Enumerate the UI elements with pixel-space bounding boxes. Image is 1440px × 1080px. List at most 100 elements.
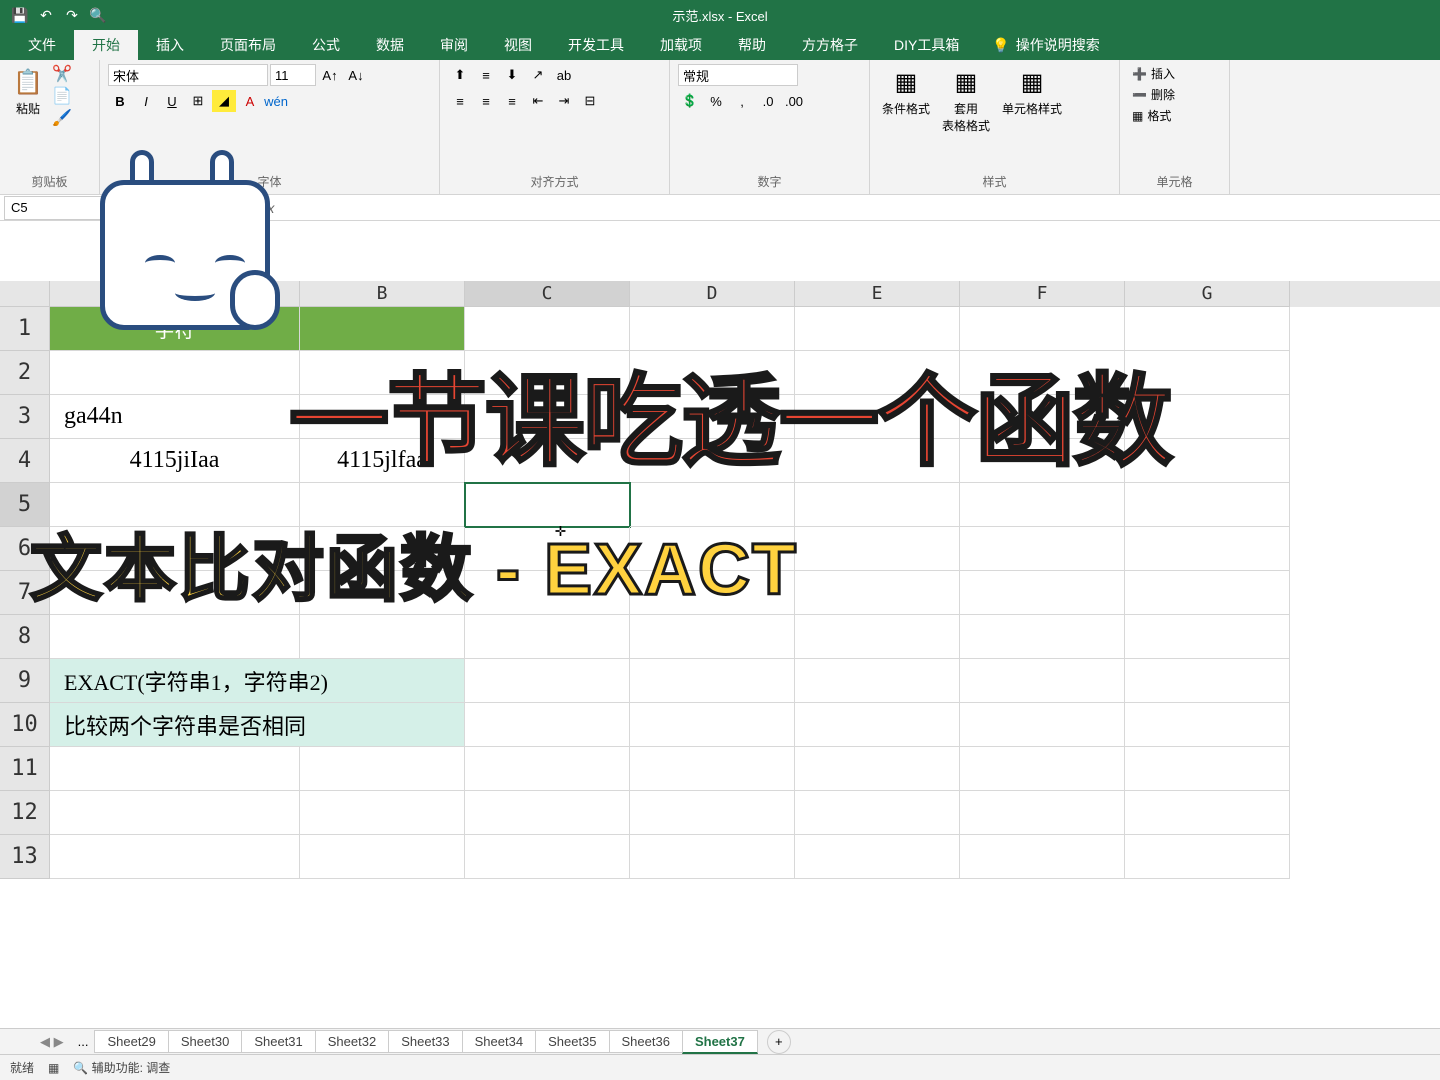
increase-decimal-button[interactable]: .0 bbox=[756, 90, 780, 112]
cell[interactable] bbox=[300, 747, 465, 791]
row-header[interactable]: 1 bbox=[0, 307, 50, 351]
percent-button[interactable]: % bbox=[704, 90, 728, 112]
col-header-f[interactable]: F bbox=[960, 281, 1125, 307]
align-top-icon[interactable]: ⬆ bbox=[448, 64, 472, 86]
cell[interactable] bbox=[300, 615, 465, 659]
accessibility-status[interactable]: 🔍 辅助功能: 调查 bbox=[73, 1059, 170, 1076]
cell[interactable] bbox=[960, 703, 1125, 747]
align-bottom-icon[interactable]: ⬇ bbox=[500, 64, 524, 86]
cell[interactable] bbox=[1125, 571, 1290, 615]
cell[interactable] bbox=[50, 615, 300, 659]
row-header[interactable]: 4 bbox=[0, 439, 50, 483]
sheet-tab[interactable]: Sheet33 bbox=[388, 1030, 462, 1053]
align-right-icon[interactable]: ≡ bbox=[500, 90, 524, 112]
cell[interactable] bbox=[1125, 351, 1290, 395]
cell[interactable] bbox=[465, 747, 630, 791]
cell[interactable] bbox=[465, 527, 630, 571]
orientation-icon[interactable]: ↗ bbox=[526, 64, 550, 86]
cell[interactable] bbox=[630, 659, 795, 703]
cell[interactable] bbox=[960, 791, 1125, 835]
cell[interactable] bbox=[795, 703, 960, 747]
cell[interactable] bbox=[960, 659, 1125, 703]
row-header[interactable]: 10 bbox=[0, 703, 50, 747]
decrease-indent-icon[interactable]: ⇤ bbox=[526, 90, 550, 112]
format-cells-button[interactable]: ▦格式 bbox=[1128, 106, 1179, 125]
cell[interactable] bbox=[630, 747, 795, 791]
undo-icon[interactable]: ↶ bbox=[36, 5, 56, 25]
cell[interactable] bbox=[630, 703, 795, 747]
font-name-select[interactable] bbox=[108, 64, 268, 86]
cell[interactable] bbox=[795, 395, 960, 439]
font-size-select[interactable] bbox=[270, 64, 316, 86]
cell[interactable] bbox=[50, 791, 300, 835]
cell-a1[interactable]: 字符 bbox=[50, 307, 300, 351]
row-header[interactable]: 8 bbox=[0, 615, 50, 659]
cell[interactable] bbox=[630, 395, 795, 439]
tab-file[interactable]: 文件 bbox=[10, 30, 74, 60]
cell-a2[interactable] bbox=[50, 351, 300, 395]
cell[interactable] bbox=[630, 791, 795, 835]
cell[interactable] bbox=[300, 835, 465, 879]
col-header-c[interactable]: C bbox=[465, 281, 630, 307]
sheet-tab[interactable]: Sheet35 bbox=[535, 1030, 609, 1053]
cell[interactable] bbox=[795, 791, 960, 835]
cell-b5[interactable] bbox=[300, 483, 465, 527]
cell[interactable] bbox=[50, 527, 300, 571]
cut-icon[interactable]: ✂️ bbox=[52, 64, 72, 84]
conditional-format-button[interactable]: ▦ 条件格式 bbox=[878, 64, 934, 119]
cell[interactable] bbox=[465, 835, 630, 879]
number-format-select[interactable] bbox=[678, 64, 798, 86]
cell[interactable] bbox=[795, 439, 960, 483]
col-header-a[interactable]: A bbox=[50, 281, 300, 307]
cell[interactable] bbox=[465, 351, 630, 395]
phonetic-button[interactable]: wén bbox=[264, 90, 288, 112]
cell-a9[interactable]: EXACT(字符串1，字符串2) bbox=[50, 659, 465, 703]
cell[interactable] bbox=[1125, 659, 1290, 703]
cell[interactable] bbox=[465, 395, 630, 439]
tab-data[interactable]: 数据 bbox=[358, 30, 422, 60]
cell[interactable] bbox=[1125, 395, 1290, 439]
sheet-tab[interactable]: Sheet36 bbox=[609, 1030, 683, 1053]
wrap-text-button[interactable]: ab bbox=[552, 64, 576, 86]
cell[interactable] bbox=[465, 703, 630, 747]
cell[interactable] bbox=[795, 483, 960, 527]
row-header[interactable]: 12 bbox=[0, 791, 50, 835]
cell[interactable] bbox=[960, 439, 1125, 483]
italic-button[interactable]: I bbox=[134, 90, 158, 112]
underline-button[interactable]: U bbox=[160, 90, 184, 112]
cell[interactable] bbox=[1125, 703, 1290, 747]
cell[interactable] bbox=[1125, 307, 1290, 351]
row-header[interactable]: 2 bbox=[0, 351, 50, 395]
sheet-tab[interactable]: Sheet34 bbox=[462, 1030, 536, 1053]
border-button[interactable]: ⊞ bbox=[186, 90, 210, 112]
cell[interactable] bbox=[795, 527, 960, 571]
cell-a10[interactable]: 比较两个字符串是否相同 bbox=[50, 703, 465, 747]
cell[interactable] bbox=[795, 571, 960, 615]
tab-fangfang[interactable]: 方方格子 bbox=[784, 30, 876, 60]
decrease-decimal-button[interactable]: .00 bbox=[782, 90, 806, 112]
row-header[interactable]: 13 bbox=[0, 835, 50, 879]
name-box[interactable]: C5 bbox=[4, 196, 104, 220]
tab-insert[interactable]: 插入 bbox=[138, 30, 202, 60]
copy-icon[interactable]: 📄 bbox=[52, 86, 72, 106]
format-painter-icon[interactable]: 🖌️ bbox=[52, 108, 72, 128]
cell[interactable] bbox=[465, 659, 630, 703]
cell-c1[interactable] bbox=[465, 307, 630, 351]
comma-button[interactable]: , bbox=[730, 90, 754, 112]
currency-icon[interactable]: 💲 bbox=[678, 90, 702, 112]
cell[interactable] bbox=[1125, 835, 1290, 879]
tab-page-layout[interactable]: 页面布局 bbox=[202, 30, 294, 60]
cell[interactable] bbox=[960, 351, 1125, 395]
cell-a4[interactable]: 4115jiIaa bbox=[50, 439, 300, 483]
paste-button[interactable]: 📋 粘贴 bbox=[8, 64, 48, 119]
cell[interactable] bbox=[795, 351, 960, 395]
cell[interactable] bbox=[50, 571, 300, 615]
tab-home[interactable]: 开始 bbox=[74, 30, 138, 60]
print-preview-icon[interactable]: 🔍 bbox=[88, 5, 108, 25]
tab-view[interactable]: 视图 bbox=[486, 30, 550, 60]
cell-b1[interactable] bbox=[300, 307, 465, 351]
cell[interactable] bbox=[795, 615, 960, 659]
cell[interactable] bbox=[795, 307, 960, 351]
cell[interactable] bbox=[960, 615, 1125, 659]
font-color-button[interactable]: A bbox=[238, 90, 262, 112]
